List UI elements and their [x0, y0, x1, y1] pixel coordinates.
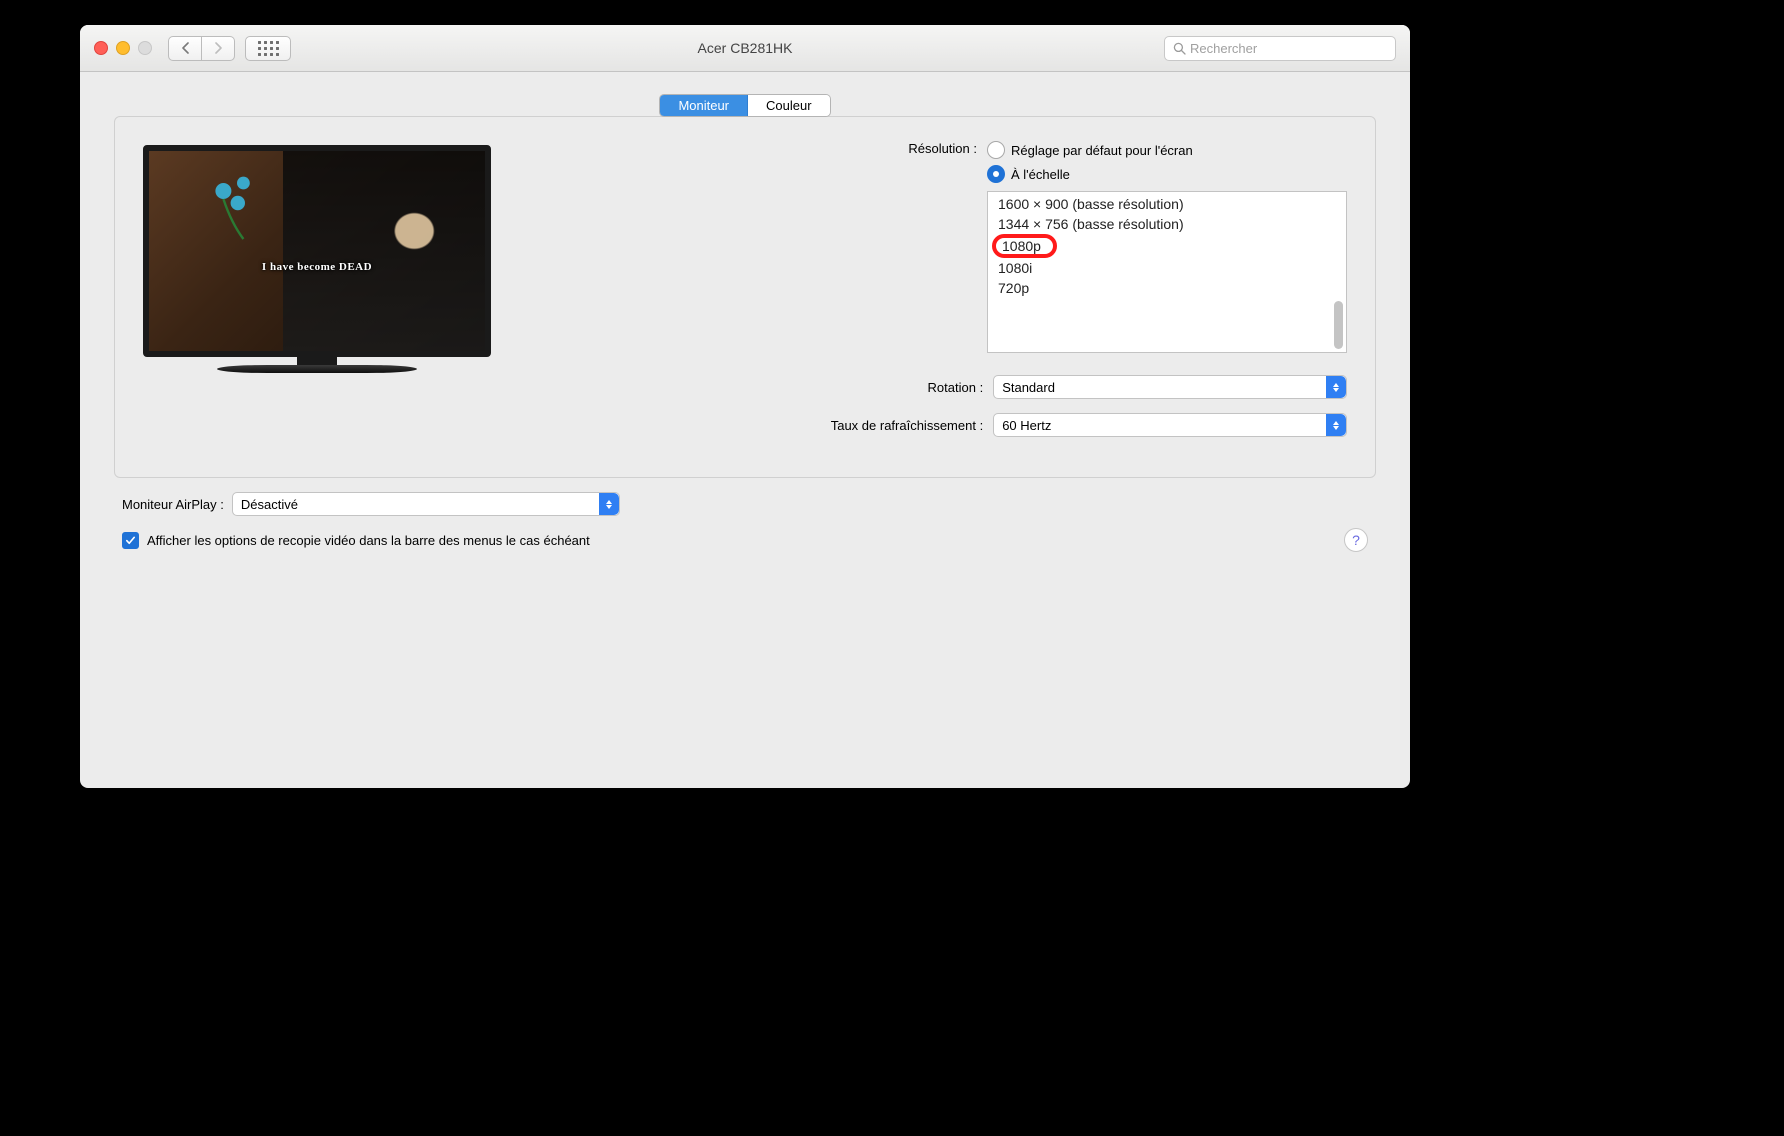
bottom-area: Moniteur AirPlay : Désactivé Afficher le…	[114, 492, 1376, 552]
window-body: Moniteur Couleur I have become D	[80, 72, 1410, 566]
airplay-value: Désactivé	[241, 497, 298, 512]
refresh-value: 60 Hertz	[1002, 418, 1051, 433]
settings-panel: I have become DEAD Résolution :	[114, 116, 1376, 478]
radio-label-scaled: À l'échelle	[1011, 167, 1070, 182]
preview-subtitle: I have become DEAD	[149, 261, 485, 273]
list-item[interactable]: 1600 × 900 (basse résolution)	[988, 194, 1330, 214]
display-preview: I have become DEAD	[143, 145, 491, 437]
close-window-button[interactable]	[94, 41, 108, 55]
list-item[interactable]: 720p	[988, 278, 1330, 298]
help-icon: ?	[1352, 532, 1360, 548]
window-controls	[94, 41, 152, 55]
monitor-graphic: I have become DEAD	[143, 145, 491, 357]
forward-button[interactable]	[202, 36, 235, 61]
check-icon	[125, 535, 136, 546]
resolution-radio-default[interactable]: Réglage par défaut pour l'écran	[987, 141, 1347, 159]
tab-color[interactable]: Couleur	[748, 95, 830, 116]
select-arrows-icon	[1326, 376, 1346, 398]
chevron-left-icon	[181, 42, 190, 54]
resolution-list[interactable]: 2048 × 1152 (basse résolution) 1600 × 90…	[987, 191, 1347, 353]
list-item[interactable]: 1344 × 756 (basse résolution)	[988, 214, 1330, 234]
right-settings: Résolution : Réglage par défaut pour l'é…	[787, 141, 1347, 437]
grid-icon	[258, 41, 279, 56]
show-all-button[interactable]	[245, 36, 291, 61]
chevron-right-icon	[214, 42, 223, 54]
tab-monitor[interactable]: Moniteur	[660, 95, 748, 116]
refresh-label: Taux de rafraîchissement :	[787, 418, 993, 433]
preferences-window: Acer CB281HK Rechercher Moniteur Couleur	[80, 25, 1410, 788]
minimize-window-button[interactable]	[116, 41, 130, 55]
zoom-window-button	[138, 41, 152, 55]
list-item-highlighted[interactable]: 1080p	[992, 234, 1057, 258]
nav-group	[168, 36, 235, 61]
tab-bar: Moniteur Couleur	[114, 94, 1376, 117]
scrollbar[interactable]	[1334, 195, 1343, 349]
mirror-checkbox-label: Afficher les options de recopie vidéo da…	[147, 533, 590, 548]
select-arrows-icon	[599, 493, 619, 515]
rotation-select[interactable]: Standard	[993, 375, 1347, 399]
help-button[interactable]: ?	[1344, 528, 1368, 552]
list-item[interactable]: 1080i	[988, 258, 1330, 278]
airplay-select[interactable]: Désactivé	[232, 492, 620, 516]
select-arrows-icon	[1326, 414, 1346, 436]
back-button[interactable]	[168, 36, 202, 61]
rotation-label: Rotation :	[787, 380, 993, 395]
rotation-value: Standard	[1002, 380, 1055, 395]
search-input[interactable]: Rechercher	[1164, 36, 1396, 61]
airplay-label: Moniteur AirPlay :	[122, 497, 224, 512]
titlebar: Acer CB281HK Rechercher	[80, 25, 1410, 72]
radio-icon	[987, 165, 1005, 183]
mirror-checkbox[interactable]	[122, 532, 139, 549]
radio-icon	[987, 141, 1005, 159]
refresh-select[interactable]: 60 Hertz	[993, 413, 1347, 437]
search-icon	[1173, 42, 1186, 55]
scroll-thumb[interactable]	[1334, 301, 1343, 349]
resolution-radio-scaled[interactable]: À l'échelle	[987, 165, 1347, 183]
resolution-label: Résolution :	[787, 141, 987, 156]
search-placeholder: Rechercher	[1190, 41, 1257, 56]
radio-label-default: Réglage par défaut pour l'écran	[1011, 143, 1193, 158]
